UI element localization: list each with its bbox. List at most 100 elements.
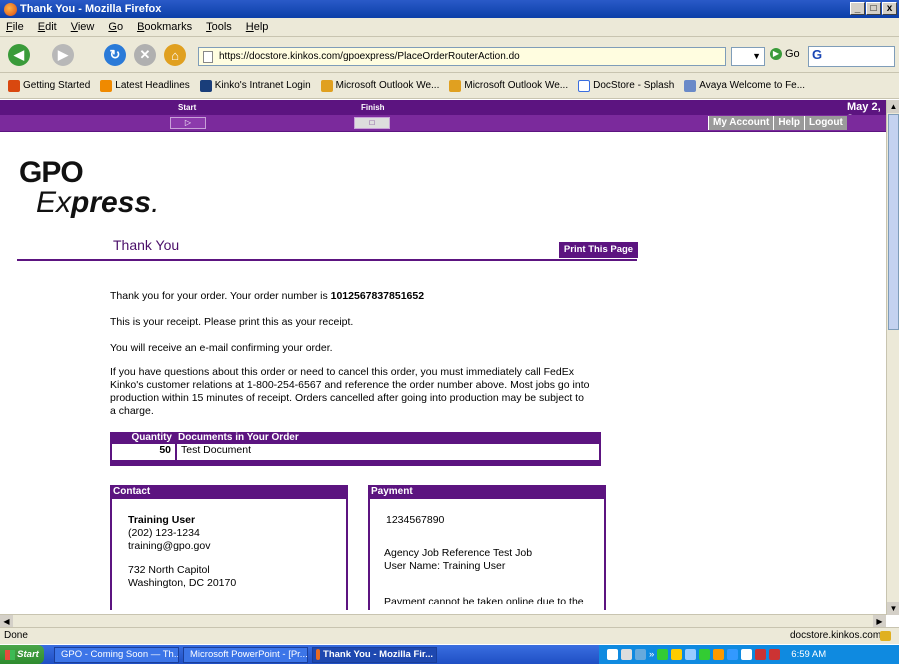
tray-icon[interactable] <box>769 649 781 660</box>
close-button[interactable]: x <box>882 2 897 15</box>
bookmark-icon <box>199 79 212 92</box>
agency-job-reference: Agency Job Reference Test Job <box>384 547 533 559</box>
navigation-toolbar: ◀ ▶ ↻ ✕ ⌂ https://docstore.kinkos.com/gp… <box>0 37 899 73</box>
order-number-line: Thank you for your order. Your order num… <box>110 290 425 302</box>
menu-bar: File Edit View Go Bookmarks Tools Help <box>0 18 899 37</box>
security-lock-dropdown[interactable]: ▼ <box>731 47 765 66</box>
menu-file[interactable]: File <box>6 21 24 33</box>
start-button[interactable]: Start <box>0 645 44 664</box>
tray-icon[interactable] <box>685 649 697 660</box>
bookmark-outlook-1[interactable]: Microsoft Outlook We... <box>320 79 440 92</box>
quantity-cell: 50 <box>112 444 177 460</box>
page-icon <box>203 51 213 63</box>
tray-icon[interactable] <box>755 649 767 660</box>
page-title: Thank You <box>113 237 180 253</box>
bookmark-label: Microsoft Outlook We... <box>335 80 440 91</box>
tray-icon[interactable] <box>741 649 753 660</box>
outlook-icon <box>449 79 462 92</box>
windows-taskbar: Start GPO - Coming Soon — Th... Microsof… <box>0 645 899 664</box>
contact-email: training@gpo.gov <box>128 540 211 552</box>
maximize-button[interactable]: □ <box>866 2 881 15</box>
tray-icon[interactable] <box>621 649 632 660</box>
payment-header: Payment <box>368 485 606 499</box>
table-header: Quantity Documents in Your Order <box>110 432 601 444</box>
google-icon <box>578 79 591 92</box>
bookmark-outlook-2[interactable]: Microsoft Outlook We... <box>449 79 569 92</box>
clock: 6:59 AM <box>791 649 827 660</box>
page-icon <box>684 79 697 92</box>
bookmark-latest-headlines[interactable]: Latest Headlines <box>100 79 190 92</box>
window-title-bar: Thank You - Mozilla Firefox _ □ x <box>0 0 899 18</box>
documents-header: Documents in Your Order <box>178 432 299 443</box>
search-input[interactable]: G <box>808 46 895 67</box>
step-start-button[interactable]: ▷ <box>170 117 206 129</box>
logout-link[interactable]: Logout <box>803 116 847 130</box>
window-title: Thank You - Mozilla Firefox <box>20 3 162 15</box>
payment-number: 1234567890 <box>386 514 445 526</box>
windows-logo-icon <box>5 649 16 660</box>
bookmark-label: DocStore - Splash <box>593 80 675 91</box>
menu-help[interactable]: Help <box>246 21 269 33</box>
scroll-up-icon[interactable]: ▲ <box>887 100 899 113</box>
taskbar-item-gpo[interactable]: GPO - Coming Soon — Th... <box>54 646 179 663</box>
reload-icon[interactable]: ↻ <box>104 44 126 66</box>
order-table: Quantity Documents in Your Order 50 Test… <box>110 432 601 467</box>
menu-bookmarks[interactable]: Bookmarks <box>137 21 192 33</box>
minimize-button[interactable]: _ <box>850 2 865 15</box>
bookmark-label: Microsoft Outlook We... <box>464 80 569 91</box>
logo-gpo: GPO <box>19 156 84 189</box>
tray-icon[interactable] <box>727 649 739 660</box>
print-page-button[interactable]: Print This Page <box>559 242 638 258</box>
menu-tools[interactable]: Tools <box>206 21 232 33</box>
google-icon: G <box>812 47 823 62</box>
bookmark-getting-started[interactable]: Getting Started <box>8 79 91 92</box>
firefox-icon <box>316 649 321 660</box>
my-account-link[interactable]: My Account <box>708 116 773 130</box>
contact-city: Washington, DC 20170 <box>128 577 237 589</box>
contact-panel: Contact Training User (202) 123-1234 tra… <box>110 485 348 610</box>
more-icon[interactable]: » <box>649 649 654 660</box>
bookmark-kinkos-intranet[interactable]: Kinko's Intranet Login <box>199 79 311 92</box>
tray-icon[interactable] <box>607 649 618 660</box>
url-input[interactable]: https://docstore.kinkos.com/gpoexpress/P… <box>198 47 726 66</box>
horizontal-scrollbar[interactable]: ◀ ▶ <box>0 614 886 628</box>
back-arrow-icon[interactable]: ◀ <box>8 44 30 66</box>
step-finish-label: Finish <box>361 103 385 112</box>
taskbar-item-powerpoint[interactable]: Microsoft PowerPoint - [Pr... <box>183 646 308 663</box>
bookmark-icon <box>8 79 20 92</box>
menu-edit[interactable]: Edit <box>38 21 57 33</box>
home-icon[interactable]: ⌂ <box>164 44 186 66</box>
go-button[interactable]: ▶ Go <box>770 48 800 60</box>
bookmarks-toolbar: Getting Started Latest Headlines Kinko's… <box>0 73 899 99</box>
tray-icon[interactable] <box>699 649 711 660</box>
payment-user-name: User Name: Training User <box>384 560 506 572</box>
bookmark-avaya[interactable]: Avaya Welcome to Fe... <box>684 79 805 92</box>
menu-view[interactable]: View <box>71 21 95 33</box>
lock-icon <box>880 631 891 641</box>
title-divider <box>17 259 637 261</box>
bookmark-label: Getting Started <box>23 80 91 91</box>
status-domain: docstore.kinkos.com <box>790 630 882 641</box>
vertical-scrollbar[interactable]: ▲ ▼ <box>886 100 899 615</box>
step-finish-button[interactable]: □ <box>354 117 390 129</box>
bookmark-label: Kinko's Intranet Login <box>214 80 311 91</box>
help-link[interactable]: Help <box>773 116 804 130</box>
forward-arrow-icon[interactable]: ▶ <box>52 44 74 66</box>
status-bar: Done docstore.kinkos.com <box>0 627 899 644</box>
document-cell: Test Document <box>181 444 252 456</box>
scroll-thumb[interactable] <box>888 114 899 330</box>
email-text: You will receive an e-mail confirming yo… <box>110 342 333 354</box>
menu-go[interactable]: Go <box>108 21 123 33</box>
contact-street: 732 North Capitol <box>128 564 210 576</box>
tray-icon[interactable] <box>671 649 683 660</box>
stop-icon[interactable]: ✕ <box>134 44 156 66</box>
logo-express: Express. <box>36 186 160 219</box>
tray-icon[interactable] <box>635 649 646 660</box>
contact-phone: (202) 123-1234 <box>128 527 200 539</box>
scroll-down-icon[interactable]: ▼ <box>887 602 899 615</box>
tray-icon[interactable] <box>657 649 669 660</box>
tray-icon[interactable] <box>713 649 725 660</box>
bookmark-docstore-splash[interactable]: DocStore - Splash <box>578 79 675 92</box>
taskbar-item-firefox[interactable]: Thank You - Mozilla Fir... <box>312 646 437 663</box>
go-arrow-icon: ▶ <box>770 48 782 60</box>
